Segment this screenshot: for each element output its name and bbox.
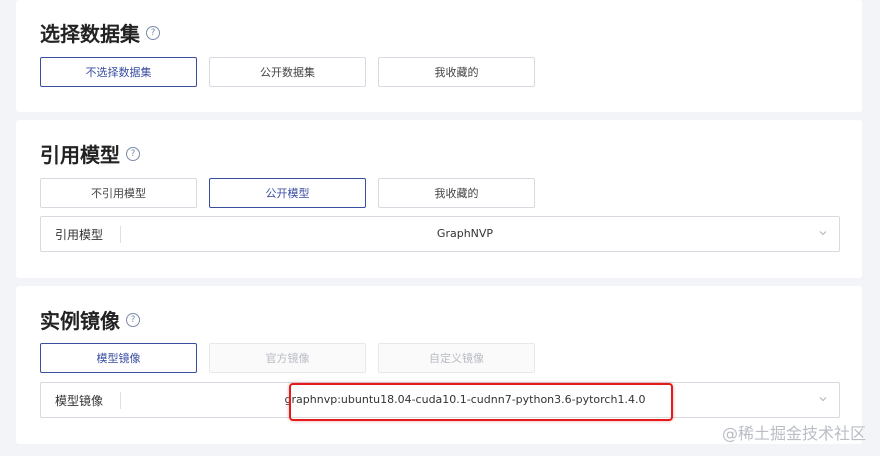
watermark: @稀土掘金技术社区 — [721, 424, 866, 443]
dataset-title: 选择数据集 ? — [40, 18, 160, 47]
chevron-down-icon[interactable] — [819, 395, 827, 403]
image-select-label: 模型镜像 — [55, 394, 104, 408]
help-icon[interactable]: ? — [126, 146, 140, 161]
chevron-down-icon[interactable] — [819, 229, 827, 237]
dataset-title-text: 选择数据集 — [40, 22, 140, 46]
model-select[interactable]: 引用模型 GraphNVP — [40, 216, 840, 252]
dataset-card: 选择数据集 ? 不选择数据集 公开数据集 我收藏的 — [16, 0, 862, 112]
public-dataset-button[interactable]: 公开数据集 — [209, 57, 366, 87]
official-image-button[interactable]: 官方镜像 — [209, 343, 366, 373]
model-title: 引用模型 ? — [40, 139, 140, 168]
custom-image-button[interactable]: 自定义镜像 — [378, 343, 535, 373]
image-title: 实例镜像 ? — [40, 305, 140, 334]
image-title-text: 实例镜像 — [40, 309, 120, 333]
no-dataset-button[interactable]: 不选择数据集 — [40, 57, 197, 87]
no-model-button[interactable]: 不引用模型 — [40, 178, 197, 208]
favorite-dataset-button[interactable]: 我收藏的 — [378, 57, 535, 87]
public-model-button[interactable]: 公开模型 — [209, 178, 366, 208]
model-title-text: 引用模型 — [40, 143, 120, 167]
model-select-value: GraphNVP — [436, 227, 494, 240]
model-card: 引用模型 ? 不引用模型 公开模型 我收藏的 引用模型 GraphNVP — [16, 120, 862, 278]
model-image-button[interactable]: 模型镜像 — [40, 343, 197, 373]
model-select-label: 引用模型 — [55, 228, 104, 242]
help-icon[interactable]: ? — [146, 25, 160, 40]
highlight-annotation — [289, 383, 673, 421]
help-icon[interactable]: ? — [126, 312, 140, 327]
favorite-model-button[interactable]: 我收藏的 — [378, 178, 535, 208]
